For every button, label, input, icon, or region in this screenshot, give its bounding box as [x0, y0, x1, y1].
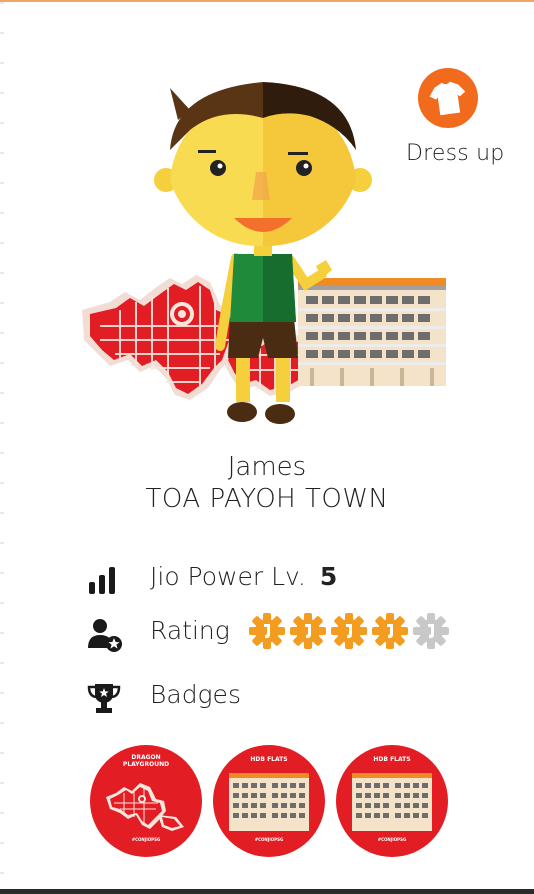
badge-title: HDB FLATS: [373, 756, 411, 763]
top-rule: [0, 0, 534, 2]
badge-hashtag: #CONJIOPSG: [377, 837, 407, 842]
bar-signal-icon: [89, 567, 115, 594]
badge-list: DRAGON PLAYGROUND #CONJIOPSG HDB FLATS #…: [0, 745, 534, 861]
stat-row-rating: Rating: [86, 610, 506, 654]
trophy-icon: [87, 684, 121, 713]
badge-title: HDB FLATS: [250, 756, 288, 763]
rating-gear-filled-icon: [372, 613, 408, 649]
stat-row-badges: Badges: [86, 674, 506, 718]
badge-hdb-flats[interactable]: HDB FLATS #CONJIOPSG: [213, 745, 325, 857]
rating-gear-filled-icon: [249, 613, 285, 649]
rating-gear-filled-icon: [331, 613, 367, 649]
rating-gear-filled-icon: [290, 613, 326, 649]
tshirt-icon: [429, 81, 466, 116]
badge-hashtag: #CONJIOPSG: [131, 837, 161, 842]
power-level-value: 5: [319, 562, 338, 591]
profile-name: James: [227, 452, 307, 482]
badges-label: Badges: [150, 680, 241, 709]
badge-title: DRAGON PLAYGROUND: [90, 754, 202, 769]
user-star-icon: [88, 619, 122, 652]
dress-up-button[interactable]: Dress up: [400, 66, 510, 176]
hdb-flats-graphic: [229, 773, 309, 831]
power-label-text: Jio Power Lv.: [150, 562, 306, 591]
hdb-flats-graphic: [352, 773, 432, 831]
hdb-building-illustration: [298, 278, 446, 386]
dress-up-circle: [418, 68, 478, 128]
dress-up-label: Dress up: [406, 141, 505, 166]
rating-label: Rating: [150, 616, 230, 645]
profile-town: TOA PAYOH TOWN: [145, 484, 389, 514]
badge-hashtag: #CONJIOPSG: [254, 837, 284, 842]
dragon-playground-graphic: [106, 783, 184, 831]
badge-hdb-flats[interactable]: HDB FLATS #CONJIOPSG: [336, 745, 448, 857]
rating-gear-empty-icon: [413, 613, 449, 649]
badge-dragon-playground[interactable]: DRAGON PLAYGROUND #CONJIOPSG: [90, 745, 202, 857]
bottom-bar: [0, 889, 534, 894]
badge-title-line2: PLAYGROUND: [122, 760, 170, 768]
stat-row-power: Jio Power Lv. 5: [86, 556, 506, 600]
power-label: Jio Power Lv. 5: [150, 562, 337, 591]
